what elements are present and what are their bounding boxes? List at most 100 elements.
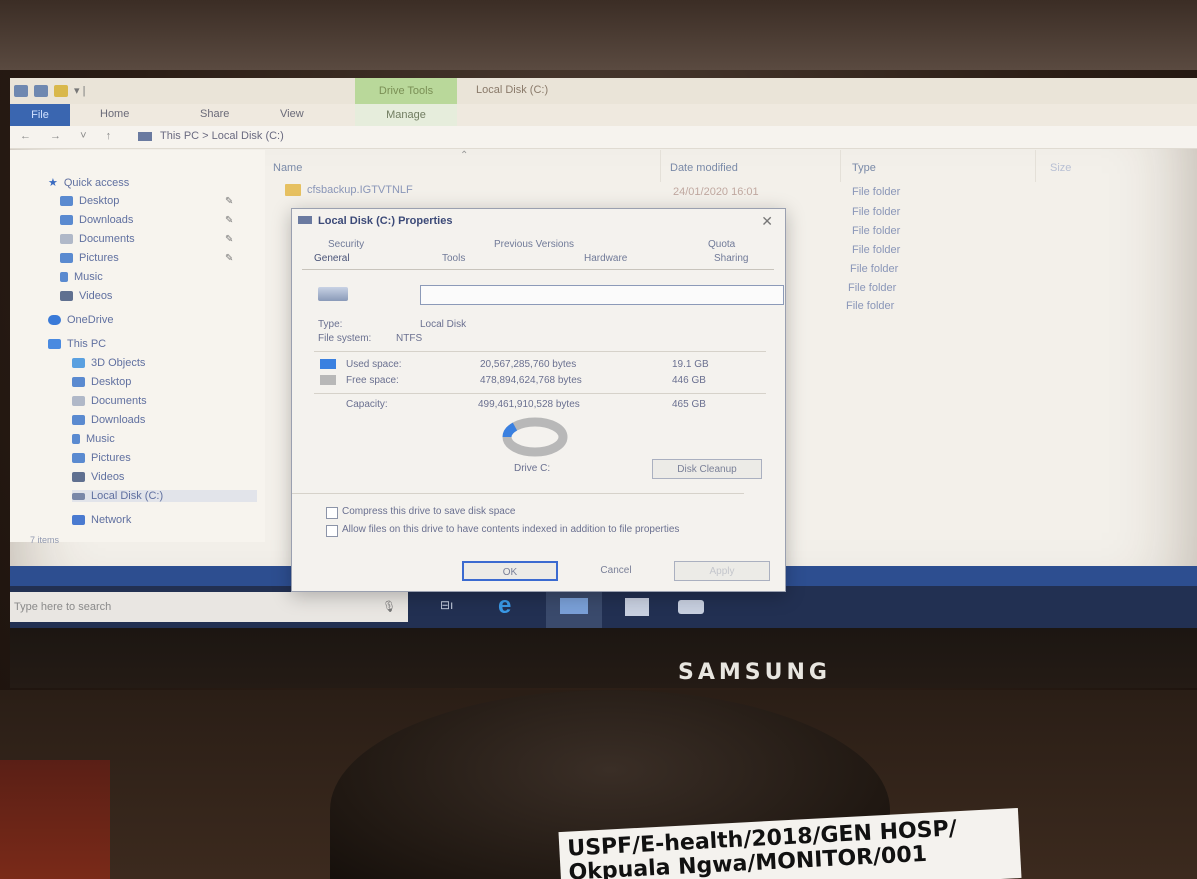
tab-security[interactable]: Security bbox=[328, 239, 364, 250]
navigation-buttons[interactable]: ← → ˅ ↑ bbox=[20, 130, 119, 142]
tab-share[interactable]: Share bbox=[200, 108, 229, 120]
column-header-date[interactable]: Date modified bbox=[670, 162, 738, 174]
customize-qat-icon[interactable]: ▾ | bbox=[74, 84, 85, 97]
drive-icon bbox=[72, 492, 85, 500]
file-system-value: NTFS bbox=[396, 333, 423, 344]
file-type: File folder bbox=[852, 244, 901, 256]
nav-network[interactable]: Network bbox=[72, 514, 131, 526]
folder-icon bbox=[285, 184, 301, 197]
taskbar-search-input[interactable]: Type here to search 🎙 bbox=[10, 592, 408, 622]
nav-downloads[interactable]: Downloads ✎ bbox=[60, 214, 233, 226]
used-space-bytes: 20,567,285,760 bytes bbox=[480, 359, 577, 370]
save-icon[interactable] bbox=[34, 84, 48, 97]
index-contents-checkbox[interactable] bbox=[326, 525, 338, 537]
apply-button[interactable]: Apply bbox=[674, 561, 770, 581]
address-bar[interactable]: ← → ˅ ↑ This PC > Local Disk (C:) bbox=[10, 126, 1197, 149]
mail-icon[interactable] bbox=[678, 600, 704, 614]
cube-icon bbox=[72, 358, 85, 368]
file-type: File folder bbox=[850, 263, 899, 275]
new-folder-icon[interactable] bbox=[54, 84, 68, 97]
column-header-size[interactable]: Size bbox=[1050, 162, 1071, 174]
column-divider[interactable] bbox=[660, 150, 661, 182]
free-space-swatch bbox=[320, 375, 336, 385]
computer-icon bbox=[48, 339, 61, 349]
task-view-icon[interactable]: ⊟ı bbox=[440, 598, 453, 616]
monitor-brand-logo: SAMSUNG bbox=[678, 660, 831, 685]
column-header-type[interactable]: Type bbox=[852, 162, 876, 174]
taskbar: Type here to search 🎙 ⊟ı e bbox=[10, 566, 1197, 628]
nav-3d-objects[interactable]: 3D Objects bbox=[72, 357, 145, 369]
drive-name-input[interactable] bbox=[420, 285, 784, 305]
pin-icon: ✎ bbox=[225, 195, 234, 207]
nav-label: Desktop bbox=[91, 376, 132, 388]
dialog-titlebar[interactable]: Local Disk (C:) Properties ✕ bbox=[292, 209, 785, 233]
tab-view[interactable]: View bbox=[280, 108, 304, 120]
nav-label: Documents bbox=[91, 395, 147, 407]
capacity-bytes: 499,461,910,528 bytes bbox=[478, 399, 580, 410]
drive-icon bbox=[298, 216, 312, 224]
edge-browser-icon[interactable]: e bbox=[498, 592, 511, 619]
nav-label: Videos bbox=[91, 471, 125, 483]
nav-quick-access[interactable]: ★ Quick access bbox=[48, 176, 129, 190]
nav-videos[interactable]: Videos bbox=[60, 290, 112, 302]
used-space-gb: 19.1 GB bbox=[672, 359, 709, 370]
used-space-swatch bbox=[320, 359, 336, 369]
column-divider[interactable] bbox=[1035, 150, 1036, 182]
dialog-title: Local Disk (C:) Properties bbox=[318, 215, 453, 227]
sort-up-icon: ⌃ bbox=[460, 150, 469, 161]
microphone-icon[interactable]: 🎙 bbox=[382, 592, 396, 622]
tab-hardware[interactable]: Hardware bbox=[584, 253, 627, 264]
nav-pictures[interactable]: Pictures ✎ bbox=[60, 252, 233, 264]
disk-cleanup-button[interactable]: Disk Cleanup bbox=[652, 459, 762, 479]
file-type: File folder bbox=[846, 300, 895, 312]
compress-drive-checkbox[interactable] bbox=[326, 507, 338, 519]
nav-label: Local Disk (C:) bbox=[91, 490, 164, 502]
file-type: File folder bbox=[848, 282, 897, 294]
tab-quota[interactable]: Quota bbox=[708, 239, 735, 250]
ok-button[interactable]: OK bbox=[462, 561, 558, 581]
file-explorer-taskbar-button[interactable] bbox=[546, 586, 602, 628]
tab-general[interactable]: General bbox=[314, 253, 350, 264]
file-system-label: File system: bbox=[318, 333, 372, 344]
nav-label: Downloads bbox=[79, 214, 134, 226]
nav-pc-desktop[interactable]: Desktop bbox=[72, 376, 131, 388]
nav-pc-documents[interactable]: Documents bbox=[72, 395, 147, 407]
drive-tools-tab[interactable]: Drive Tools bbox=[355, 78, 457, 104]
nav-pc-pictures[interactable]: Pictures bbox=[72, 452, 131, 464]
downloads-icon bbox=[72, 415, 85, 425]
nav-local-disk[interactable]: Local Disk (C:) bbox=[72, 490, 257, 502]
close-icon[interactable]: ✕ bbox=[761, 213, 773, 230]
file-name: cfsbackup.IGTVTNLF bbox=[307, 184, 413, 196]
nav-pc-videos[interactable]: Videos bbox=[72, 471, 124, 483]
tab-file[interactable]: File bbox=[10, 104, 70, 126]
monitor-bezel bbox=[10, 628, 1197, 688]
nav-pc-downloads[interactable]: Downloads bbox=[72, 414, 145, 426]
tab-previous-versions[interactable]: Previous Versions bbox=[494, 239, 574, 250]
tab-sharing[interactable]: Sharing bbox=[714, 253, 748, 264]
videos-icon bbox=[60, 291, 73, 301]
nav-label: Music bbox=[74, 271, 103, 283]
tab-home[interactable]: Home bbox=[100, 108, 129, 120]
tab-manage[interactable]: Manage bbox=[355, 104, 457, 126]
nav-pc-music[interactable]: Music bbox=[72, 433, 115, 445]
nav-music[interactable]: Music bbox=[60, 271, 103, 283]
disk-usage-donut bbox=[502, 417, 568, 457]
store-icon[interactable] bbox=[625, 598, 649, 616]
photo-scene: ▾ | Drive Tools Local Disk (C:) File Hom… bbox=[0, 0, 1197, 879]
nav-this-pc[interactable]: This PC bbox=[48, 338, 106, 350]
documents-icon bbox=[72, 396, 85, 406]
pin-icon: ✎ bbox=[225, 214, 234, 226]
documents-icon bbox=[60, 234, 73, 244]
column-divider[interactable] bbox=[840, 150, 841, 182]
nav-documents[interactable]: Documents ✎ bbox=[60, 233, 233, 245]
cancel-button[interactable]: Cancel bbox=[568, 561, 664, 581]
network-icon bbox=[72, 515, 85, 525]
nav-onedrive[interactable]: OneDrive bbox=[48, 314, 113, 326]
nav-desktop[interactable]: Desktop ✎ bbox=[60, 195, 233, 207]
tab-tools[interactable]: Tools bbox=[442, 253, 465, 264]
file-row-name[interactable]: cfsbackup.IGTVTNLF bbox=[285, 184, 413, 197]
red-object bbox=[0, 760, 110, 879]
capacity-gb: 465 GB bbox=[672, 399, 706, 410]
column-header-name[interactable]: Name bbox=[273, 162, 302, 174]
breadcrumb[interactable]: This PC > Local Disk (C:) bbox=[160, 130, 284, 142]
